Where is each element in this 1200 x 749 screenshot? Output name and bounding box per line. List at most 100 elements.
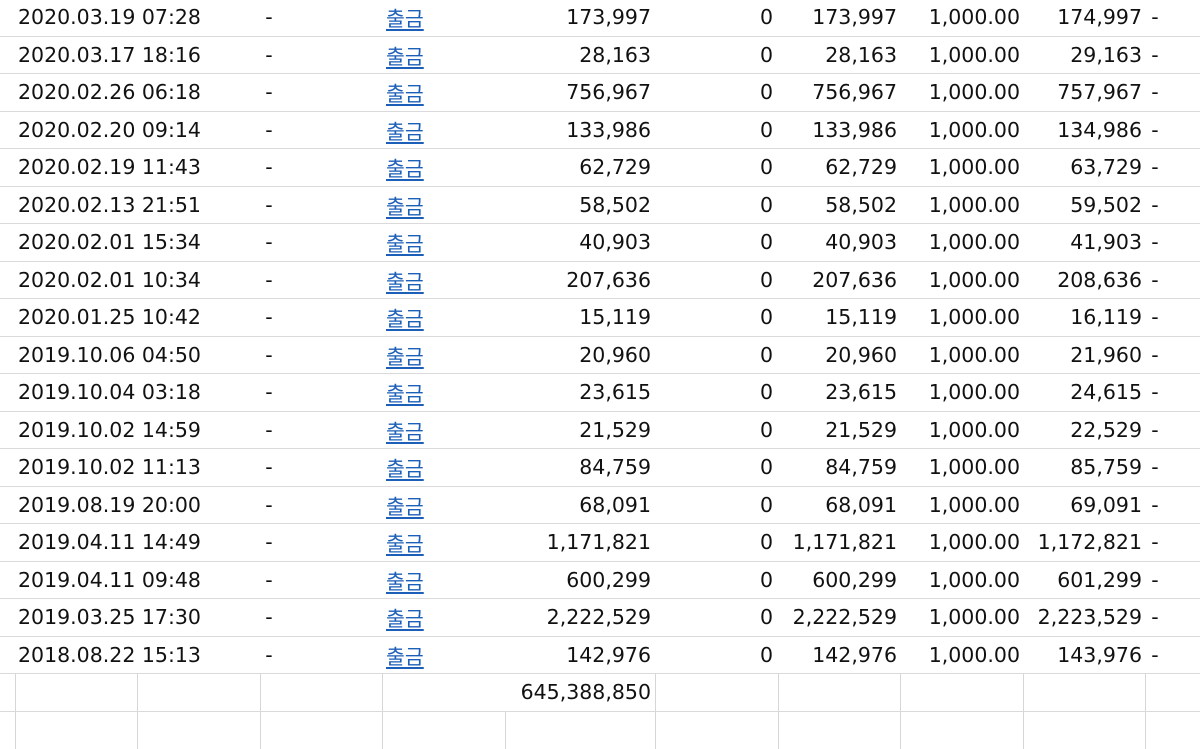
net-amount-cell[interactable]: 23,615	[780, 374, 897, 411]
type-link[interactable]: 출금	[386, 302, 424, 332]
amount-cell[interactable]: 1,171,821	[500, 524, 651, 561]
dash-cell[interactable]: -	[262, 524, 276, 561]
rate-cell[interactable]: 1,000.00	[905, 299, 1020, 336]
dash-cell[interactable]: -	[1148, 449, 1162, 486]
rate-cell[interactable]: 1,000.00	[905, 187, 1020, 224]
dash-cell[interactable]: -	[1148, 637, 1162, 674]
total-cell[interactable]: 22,529	[1025, 412, 1142, 449]
dash-cell[interactable]: -	[262, 412, 276, 449]
type-link[interactable]: 출금	[386, 190, 424, 220]
net-amount-cell[interactable]: 40,903	[780, 224, 897, 261]
dash-cell[interactable]: -	[262, 262, 276, 299]
dash-cell[interactable]: -	[1148, 112, 1162, 149]
fee-cell[interactable]: 0	[740, 224, 773, 261]
fee-cell[interactable]: 0	[740, 524, 773, 561]
rate-cell[interactable]: 1,000.00	[905, 0, 1020, 36]
total-cell[interactable]: 85,759	[1025, 449, 1142, 486]
fee-cell[interactable]: 0	[740, 412, 773, 449]
total-cell[interactable]: 69,091	[1025, 487, 1142, 524]
rate-cell[interactable]: 1,000.00	[905, 224, 1020, 261]
fee-cell[interactable]: 0	[740, 299, 773, 336]
net-amount-cell[interactable]: 2,222,529	[780, 599, 897, 636]
dash-cell[interactable]: -	[262, 187, 276, 224]
date-cell[interactable]: 2020.02.01 10:34	[18, 262, 198, 299]
fee-cell[interactable]: 0	[740, 337, 773, 374]
fee-cell[interactable]: 0	[740, 562, 773, 599]
type-link[interactable]: 출금	[386, 602, 424, 632]
rate-cell[interactable]: 1,000.00	[905, 37, 1020, 74]
rate-cell[interactable]: 1,000.00	[905, 262, 1020, 299]
total-cell[interactable]: 601,299	[1025, 562, 1142, 599]
total-cell[interactable]: 2,223,529	[1025, 599, 1142, 636]
type-link[interactable]: 출금	[386, 565, 424, 595]
type-link[interactable]: 출금	[386, 415, 424, 445]
net-amount-cell[interactable]: 756,967	[780, 74, 897, 111]
dash-cell[interactable]: -	[1148, 74, 1162, 111]
rate-cell[interactable]: 1,000.00	[905, 337, 1020, 374]
dash-cell[interactable]: -	[262, 637, 276, 674]
total-cell[interactable]: 29,163	[1025, 37, 1142, 74]
date-cell[interactable]: 2020.02.13 21:51	[18, 187, 198, 224]
rate-cell[interactable]: 1,000.00	[905, 487, 1020, 524]
net-amount-cell[interactable]: 207,636	[780, 262, 897, 299]
date-cell[interactable]: 2018.08.22 15:13	[18, 637, 198, 674]
amount-cell[interactable]: 173,997	[500, 0, 651, 36]
rate-cell[interactable]: 1,000.00	[905, 449, 1020, 486]
date-cell[interactable]: 2020.01.25 10:42	[18, 299, 198, 336]
dash-cell[interactable]: -	[262, 599, 276, 636]
amount-cell[interactable]: 23,615	[500, 374, 651, 411]
fee-cell[interactable]: 0	[740, 37, 773, 74]
type-cell[interactable]: 출금	[386, 599, 440, 636]
date-cell[interactable]: 2020.03.17 18:16	[18, 37, 198, 74]
rate-cell[interactable]: 1,000.00	[905, 637, 1020, 674]
amount-cell[interactable]: 756,967	[500, 74, 651, 111]
date-cell[interactable]: 2020.03.19 07:28	[18, 0, 198, 36]
type-cell[interactable]: 출금	[386, 449, 440, 486]
dash-cell[interactable]: -	[262, 112, 276, 149]
net-amount-cell[interactable]: 62,729	[780, 149, 897, 186]
date-cell[interactable]: 2020.02.19 11:43	[18, 149, 198, 186]
fee-cell[interactable]: 0	[740, 637, 773, 674]
date-cell[interactable]: 2019.10.06 04:50	[18, 337, 198, 374]
type-cell[interactable]: 출금	[386, 524, 440, 561]
dash-cell[interactable]: -	[262, 337, 276, 374]
dash-cell[interactable]: -	[1148, 412, 1162, 449]
net-amount-cell[interactable]: 1,171,821	[780, 524, 897, 561]
net-amount-cell[interactable]: 20,960	[780, 337, 897, 374]
type-link[interactable]: 출금	[386, 77, 424, 107]
amount-cell[interactable]: 40,903	[500, 224, 651, 261]
dash-cell[interactable]: -	[1148, 149, 1162, 186]
amount-cell[interactable]: 133,986	[500, 112, 651, 149]
dash-cell[interactable]: -	[1148, 299, 1162, 336]
dash-cell[interactable]: -	[1148, 262, 1162, 299]
net-amount-cell[interactable]: 173,997	[780, 0, 897, 36]
dash-cell[interactable]: -	[262, 299, 276, 336]
amount-cell[interactable]: 21,529	[500, 412, 651, 449]
total-cell[interactable]: 21,960	[1025, 337, 1142, 374]
fee-cell[interactable]: 0	[740, 187, 773, 224]
type-cell[interactable]: 출금	[386, 37, 440, 74]
type-cell[interactable]: 출금	[386, 112, 440, 149]
dash-cell[interactable]: -	[1148, 224, 1162, 261]
fee-cell[interactable]: 0	[740, 74, 773, 111]
amount-cell[interactable]: 207,636	[500, 262, 651, 299]
type-cell[interactable]: 출금	[386, 412, 440, 449]
type-link[interactable]: 출금	[386, 452, 424, 482]
dash-cell[interactable]: -	[1148, 524, 1162, 561]
date-cell[interactable]: 2020.02.01 15:34	[18, 224, 198, 261]
total-cell[interactable]: 134,986	[1025, 112, 1142, 149]
net-amount-cell[interactable]: 133,986	[780, 112, 897, 149]
date-cell[interactable]: 2019.04.11 09:48	[18, 562, 198, 599]
type-cell[interactable]: 출금	[386, 562, 440, 599]
rate-cell[interactable]: 1,000.00	[905, 599, 1020, 636]
total-cell[interactable]: 24,615	[1025, 374, 1142, 411]
type-cell[interactable]: 출금	[386, 337, 440, 374]
date-cell[interactable]: 2019.10.02 11:13	[18, 449, 198, 486]
net-amount-cell[interactable]: 142,976	[780, 637, 897, 674]
type-cell[interactable]: 출금	[386, 0, 440, 36]
type-cell[interactable]: 출금	[386, 149, 440, 186]
total-cell[interactable]: 174,997	[1025, 0, 1142, 36]
fee-cell[interactable]: 0	[740, 599, 773, 636]
net-amount-cell[interactable]: 600,299	[780, 562, 897, 599]
net-amount-cell[interactable]: 21,529	[780, 412, 897, 449]
